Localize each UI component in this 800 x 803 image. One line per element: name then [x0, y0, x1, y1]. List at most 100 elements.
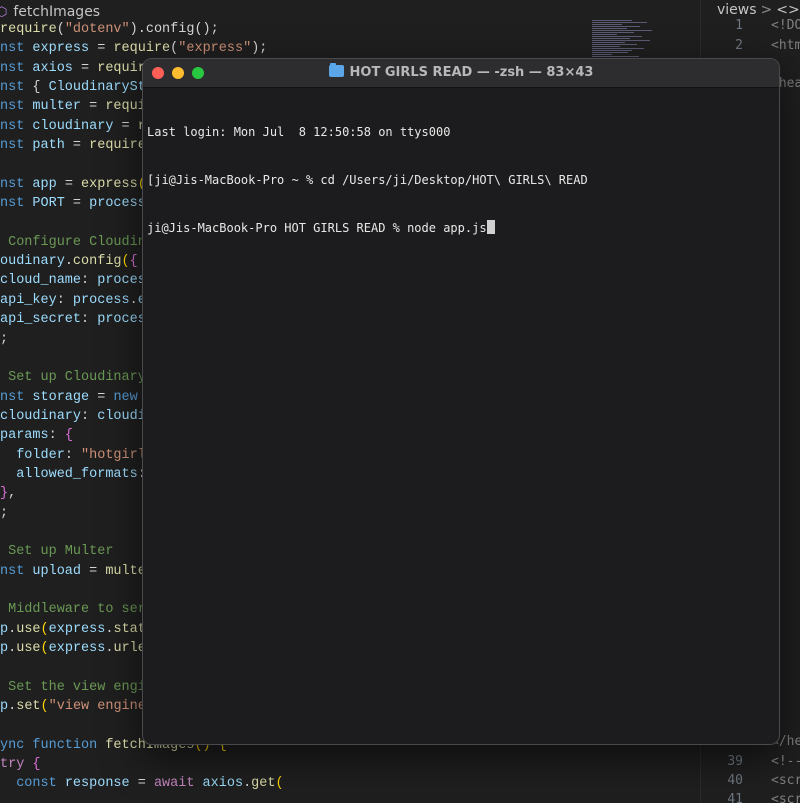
code-token: :: [81, 312, 98, 328]
line-number: 39: [727, 754, 743, 769]
code-token: ync: [0, 737, 33, 753]
minimap-line: [592, 46, 620, 47]
minimap-line: [592, 24, 622, 25]
code-token: multer: [32, 99, 82, 115]
code-token: nst: [0, 176, 33, 192]
code-token: nst: [0, 118, 33, 134]
code-token: Set the view engin: [0, 679, 154, 695]
code-token: {: [32, 757, 41, 773]
code-token: Set up Multer: [0, 544, 114, 560]
code-token: }: [0, 486, 9, 502]
code-token: Middleware to serv: [0, 602, 154, 618]
line-number: 41: [727, 792, 743, 803]
code-token: cloudinary: [32, 118, 114, 134]
code-token: =: [113, 118, 138, 134]
code-token: nst: [0, 138, 33, 154]
code-token: get: [251, 776, 276, 792]
code-token: path: [32, 138, 65, 154]
minimap-line: [592, 28, 627, 29]
code-token: express: [32, 41, 90, 57]
code-token: =: [81, 99, 106, 115]
minimap-line: [592, 34, 617, 35]
code-token: :: [48, 428, 65, 444]
right-code-text: <scr: [771, 792, 800, 803]
code-token: =: [56, 176, 82, 192]
method-icon: ⬡: [0, 4, 8, 20]
code-token: api_key: [0, 292, 57, 308]
code-token: :: [64, 447, 82, 463]
terminal-line: Last login: Mon Jul 8 12:50:58 on ttys00…: [147, 125, 451, 139]
minimap-line: [592, 38, 630, 39]
code-token: =: [64, 196, 90, 212]
code-token: nst: [0, 99, 33, 115]
code-token: nst: [0, 563, 33, 579]
minimap-line: [592, 20, 632, 21]
minimap-line: [592, 56, 639, 57]
window-title-text: HOT GIRLS READ — -zsh — 83×43: [349, 65, 594, 80]
code-token: nst: [0, 60, 33, 76]
code-token: axios: [202, 776, 244, 792]
minimap-line: [592, 44, 637, 45]
right-code-text: <scr: [771, 773, 800, 788]
code-token: express: [48, 641, 106, 656]
code-token: (: [40, 641, 49, 656]
code-token: use: [16, 641, 41, 656]
code-token: .: [129, 292, 138, 308]
code-token: upload: [32, 563, 82, 579]
code-token: {: [32, 80, 49, 96]
code-line: nst express = require("express");: [0, 39, 284, 58]
code-token: process: [89, 196, 146, 212]
code-token: .: [243, 776, 252, 792]
code-token: function: [32, 737, 106, 753]
minimap-line: [592, 50, 632, 51]
code-token: require: [89, 138, 146, 154]
code-token: folder: [0, 447, 65, 463]
code-token: ;: [0, 505, 9, 521]
breadcrumb-folder[interactable]: views: [717, 2, 757, 18]
code-token: nst: [0, 80, 33, 96]
right-code-line: 1 <!DO: [701, 18, 800, 37]
minimap-line: [592, 22, 647, 23]
code-token: ).config();: [129, 22, 219, 37]
terminal-window[interactable]: HOT GIRLS READ — -zsh — 83×43 Last login…: [142, 58, 780, 745]
code-token: response: [64, 776, 130, 792]
terminal-titlebar[interactable]: HOT GIRLS READ — -zsh — 83×43: [143, 59, 779, 88]
minimap-line: [592, 54, 612, 55]
terminal-line: [ji@Jis-MacBook-Pro ~ % cd /Users/ji/Des…: [147, 173, 588, 187]
code-token: p: [0, 621, 9, 637]
code-token: const: [0, 776, 65, 792]
code-token: express: [48, 621, 106, 637]
code-token: {: [64, 428, 73, 444]
code-token: axios: [32, 60, 73, 76]
code-token: cloudinary: [0, 408, 82, 424]
terminal-prompt-line[interactable]: ji@Jis-MacBook-Pro HOT GIRLS READ % node…: [147, 220, 775, 236]
window-title: HOT GIRLS READ — -zsh — 83×43: [143, 63, 779, 80]
code-token: .: [8, 621, 17, 637]
code-token: cloud_name: [0, 273, 82, 289]
code-token: Configure Cloudina: [0, 234, 154, 250]
code-token: express: [81, 176, 138, 192]
minimap-line: [592, 26, 640, 27]
code-token: use: [16, 621, 41, 637]
line-number: 1: [735, 18, 743, 33]
code-token: (: [275, 776, 284, 792]
code-token: oudinary: [0, 254, 65, 270]
minimap-line: [592, 30, 652, 31]
right-code-text: <!DO: [771, 18, 800, 33]
code-token: params: [0, 428, 49, 444]
line-number: 2: [735, 38, 743, 53]
breadcrumb-symbol[interactable]: fetchImages: [13, 4, 100, 20]
code-token: (: [121, 254, 130, 270]
code-token: =: [64, 138, 90, 154]
line-number: 40: [727, 773, 743, 788]
code-token: "view engine": [48, 699, 154, 715]
code-token: =: [89, 41, 114, 57]
code-token: (: [40, 699, 49, 715]
right-code-line: 41 <scr: [701, 792, 800, 803]
terminal-output[interactable]: Last login: Mon Jul 8 12:50:58 on ttys00…: [143, 88, 779, 268]
code-token: await: [153, 776, 203, 792]
code-token: require: [113, 41, 171, 57]
right-code-text: <!--: [771, 754, 800, 769]
folder-icon: [328, 63, 344, 77]
code-token: config: [72, 254, 122, 270]
